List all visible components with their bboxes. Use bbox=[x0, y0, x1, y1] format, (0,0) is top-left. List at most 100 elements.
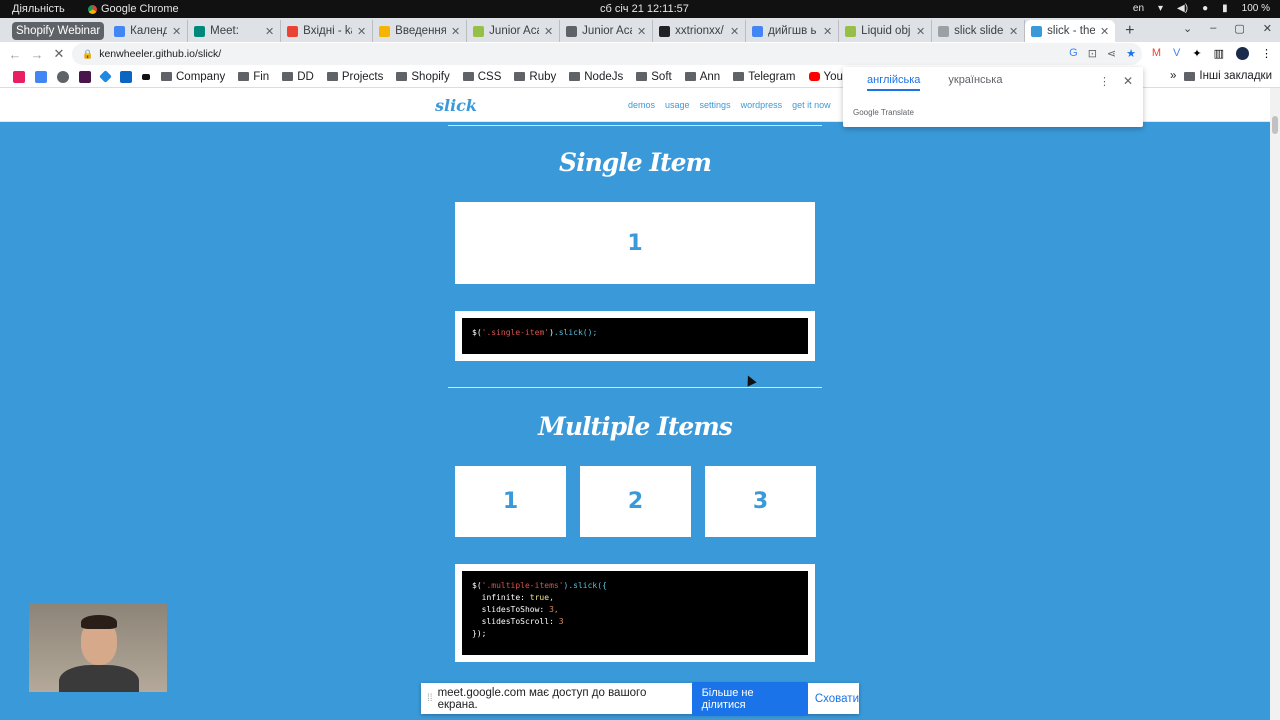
folder-icon bbox=[569, 72, 581, 81]
bookmark-icon-7[interactable] bbox=[142, 73, 150, 80]
hide-button[interactable]: Сховати bbox=[815, 693, 859, 705]
tab-close-icon[interactable]: ✕ bbox=[265, 25, 274, 38]
bookmark-star-icon[interactable]: ★ bbox=[1126, 47, 1136, 60]
forward-button[interactable]: → bbox=[26, 47, 48, 62]
tab-8[interactable]: дийгшв ь ✕ bbox=[746, 20, 840, 42]
tab-1[interactable]: Календар ✕ bbox=[108, 20, 189, 42]
multiple-items-slide-2[interactable]: 2 bbox=[580, 466, 691, 537]
other-bookmarks[interactable]: » Інші закладки bbox=[1170, 70, 1272, 82]
scrollbar-thumb[interactable] bbox=[1272, 116, 1278, 134]
tab-10[interactable]: slick slider ✕ bbox=[932, 20, 1026, 42]
tab-close-icon[interactable]: ✕ bbox=[1009, 25, 1018, 38]
tab-close-icon[interactable]: ✕ bbox=[451, 25, 460, 38]
screen-share-bar: ⁞⁞ meet.google.com має доступ до вашого … bbox=[421, 681, 859, 716]
minimize-button[interactable]: – bbox=[1210, 22, 1216, 35]
app-menu[interactable]: Google Chrome bbox=[88, 3, 179, 15]
bookmark-folder-shopify[interactable]: Shopify bbox=[396, 70, 450, 83]
multiple-items-slide-1[interactable]: 1 bbox=[455, 466, 566, 537]
tab-close-icon[interactable]: ✕ bbox=[730, 25, 739, 38]
tab-label: дийгшв ь bbox=[768, 25, 817, 37]
new-tab-button[interactable]: + bbox=[1115, 20, 1144, 42]
drag-handle-icon[interactable]: ⁞⁞ bbox=[427, 693, 433, 704]
tab-search-icon[interactable]: ⌄ bbox=[1183, 22, 1192, 35]
tab-close-icon[interactable]: ✕ bbox=[172, 25, 181, 38]
tab-6[interactable]: Junior Aca ✕ bbox=[560, 20, 654, 42]
site-nav-demos[interactable]: demos bbox=[628, 100, 655, 110]
close-window-button[interactable]: ✕ bbox=[1263, 22, 1272, 35]
tab-label: Вхідні - ka bbox=[303, 25, 352, 37]
gmail-extension-icon[interactable]: M bbox=[1152, 47, 1161, 60]
tab-11[interactable]: slick - the l ✕ bbox=[1025, 20, 1116, 42]
folder-icon bbox=[636, 72, 648, 81]
bookmark-folder-nodejs[interactable]: NodeJs bbox=[569, 71, 623, 83]
translate-brand: Google Translate bbox=[853, 108, 914, 117]
bookmark-folder-soft[interactable]: Soft bbox=[636, 71, 672, 83]
site-logo[interactable]: slick bbox=[435, 96, 477, 115]
stop-sharing-button[interactable]: Більше не ділитися bbox=[691, 681, 808, 716]
slack-icon[interactable] bbox=[79, 70, 91, 83]
bookmark-label: Shopify bbox=[411, 70, 450, 83]
translate-source-tab[interactable]: англійська bbox=[867, 74, 921, 91]
lock-icon[interactable]: 🔒 bbox=[82, 49, 93, 60]
multiple-items-title: Multiple Items bbox=[538, 412, 733, 441]
tab-2[interactable]: Meet: ✕ bbox=[188, 20, 282, 42]
profile-avatar[interactable] bbox=[1236, 47, 1249, 60]
share-icon[interactable]: ⋖ bbox=[1107, 47, 1116, 60]
translate-icon[interactable]: ⊡ bbox=[1088, 47, 1097, 60]
bookmark-folder-fin[interactable]: Fin bbox=[238, 71, 269, 83]
tab-7[interactable]: xxtrionxx/ ✕ bbox=[653, 20, 747, 42]
bookmark-folder-ruby[interactable]: Ruby bbox=[514, 71, 556, 83]
site-nav-usage[interactable]: usage bbox=[665, 100, 690, 110]
bookmark-icon-1[interactable] bbox=[13, 70, 25, 83]
tab-favicon-icon bbox=[1031, 25, 1043, 37]
tab-close-icon[interactable]: ✕ bbox=[544, 25, 553, 38]
tab-close-icon[interactable]: ✕ bbox=[916, 25, 925, 38]
tab-4[interactable]: Введення ✕ bbox=[373, 20, 468, 42]
maximize-button[interactable]: ▢ bbox=[1234, 22, 1244, 35]
bookmark-folder-telegram[interactable]: Telegram bbox=[733, 71, 796, 83]
bookmark-icon-2[interactable] bbox=[35, 70, 47, 83]
tab-close-icon[interactable]: ✕ bbox=[1100, 25, 1109, 38]
multiple-items-slide-3[interactable]: 3 bbox=[705, 466, 816, 537]
extension-v-icon[interactable]: V bbox=[1173, 47, 1180, 60]
bookmark-folder-company[interactable]: Company bbox=[161, 71, 225, 83]
google-icon[interactable]: G bbox=[1069, 47, 1078, 60]
stop-loading-button[interactable]: ✕ bbox=[48, 46, 70, 62]
translate-options-icon[interactable]: ⋮ bbox=[1099, 75, 1110, 88]
site-nav-wordpress[interactable]: wordpress bbox=[741, 100, 783, 110]
bookmark-folder-css[interactable]: CSS bbox=[462, 71, 501, 83]
bookmarks-overflow-icon[interactable]: » bbox=[1170, 70, 1176, 82]
bookmark-icon-3[interactable] bbox=[57, 70, 69, 83]
chrome-menu-icon[interactable]: ⋮ bbox=[1261, 47, 1272, 60]
clock[interactable]: сб січ 21 12:11:57 bbox=[600, 3, 689, 15]
side-panel-icon[interactable]: ▥ bbox=[1214, 47, 1224, 60]
linkedin-icon[interactable] bbox=[120, 70, 132, 83]
tab-5[interactable]: Junior Aca ✕ bbox=[467, 20, 561, 42]
tab-9[interactable]: Liquid obj ✕ bbox=[839, 20, 933, 42]
single-item-slide[interactable]: 1 bbox=[455, 202, 815, 284]
bookmark-folder-projects[interactable]: Projects bbox=[326, 71, 383, 83]
folder-icon bbox=[161, 72, 172, 81]
tab-close-icon[interactable]: ✕ bbox=[357, 25, 366, 38]
input-language[interactable]: en bbox=[1133, 3, 1144, 14]
url-text[interactable]: kenwheeler.github.io/slick/ bbox=[99, 48, 221, 60]
other-bookmarks-label: Інші закладки bbox=[1199, 70, 1272, 82]
bookmark-folder-dd[interactable]: DD bbox=[282, 71, 314, 83]
activities-button[interactable]: Діяльність bbox=[12, 3, 65, 15]
extensions-puzzle-icon[interactable]: ✦ bbox=[1192, 47, 1201, 60]
translate-target-tab[interactable]: українська bbox=[948, 74, 1002, 91]
tab-3[interactable]: Вхідні - ka ✕ bbox=[281, 20, 374, 42]
tab-close-icon[interactable]: ✕ bbox=[823, 25, 832, 38]
tab-close-icon[interactable]: ✕ bbox=[637, 25, 646, 38]
page-scrollbar[interactable] bbox=[1270, 88, 1280, 720]
site-nav-settings[interactable]: settings bbox=[700, 100, 731, 110]
bookmark-icon-5[interactable] bbox=[99, 70, 112, 83]
tab-label: Meet: bbox=[210, 25, 239, 37]
site-nav-get-it-now[interactable]: get it now bbox=[792, 100, 831, 110]
back-button[interactable]: ← bbox=[4, 47, 26, 62]
close-icon[interactable]: ✕ bbox=[1123, 74, 1133, 88]
system-tray[interactable]: en ▾ ◀) ● ▮ 100 % bbox=[1133, 3, 1270, 14]
tab-0[interactable]: Shopify Webinar bbox=[12, 22, 105, 40]
address-bar[interactable]: 🔒 kenwheeler.github.io/slick/ G ⊡ ⋖ ★ bbox=[72, 43, 1142, 65]
bookmark-folder-ann[interactable]: Ann bbox=[684, 71, 720, 83]
